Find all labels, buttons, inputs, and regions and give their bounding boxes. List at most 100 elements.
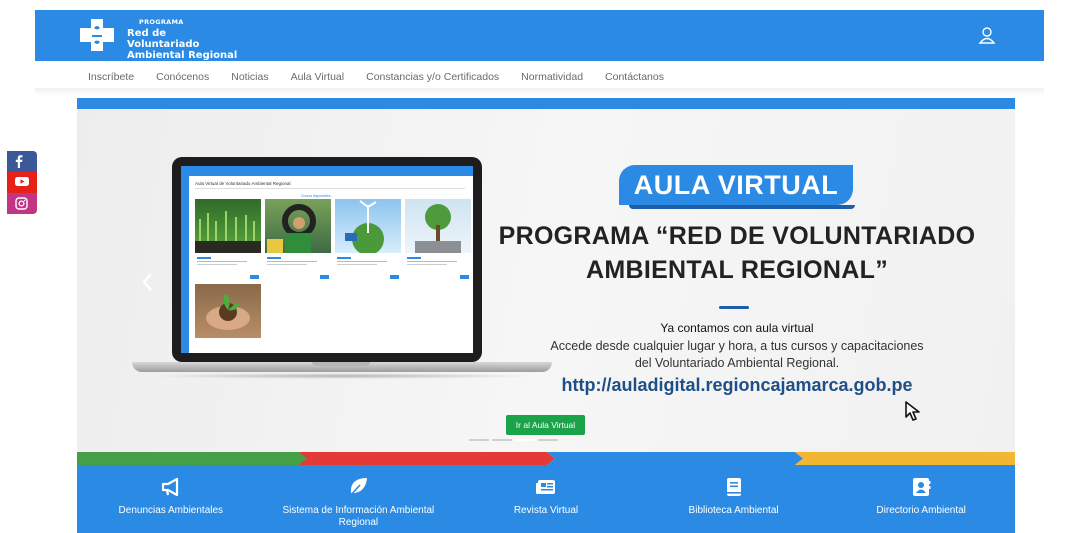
logo-title-line2: Ambiental Regional (127, 50, 238, 61)
wind-energy-image (345, 200, 384, 255)
carousel-dot-3[interactable] (515, 439, 535, 441)
course-card-1[interactable] (195, 253, 261, 281)
tile-directorio-ambiental[interactable]: Directorio Ambiental (827, 465, 1015, 533)
course-card-1-line2 (197, 264, 237, 265)
social-links (7, 151, 37, 214)
nav-item-normatividad[interactable]: Normatividad (521, 71, 583, 85)
course-card-2-btn (320, 275, 329, 279)
youtube-link[interactable] (7, 172, 37, 193)
description-line1: Accede desde cualquier lugar y hora, a t… (550, 339, 924, 353)
nav-item-conocenos[interactable]: Conócenos (156, 71, 209, 85)
course-card-1-btn (250, 275, 259, 279)
course-card-3[interactable] (335, 253, 401, 281)
course-card-2[interactable] (265, 253, 331, 281)
headline-line1: PROGRAMA “RED DE VOLUNTARIADO (498, 222, 976, 250)
course-card-4[interactable] (405, 253, 471, 281)
nav-item-noticias[interactable]: Noticias (231, 71, 268, 85)
seedlings-image (195, 211, 261, 253)
tile-label: Revista Virtual (513, 505, 579, 516)
nav-item-constancias[interactable]: Constancias y/o Certificados (366, 71, 499, 85)
course-card-1-tag (197, 257, 211, 259)
course-card-3-line1 (337, 261, 387, 262)
course-card-3-line2 (337, 264, 377, 265)
header-bar: PROGRAMA Red de Voluntariado Ambiental R… (35, 10, 1044, 61)
newspaper-icon (535, 480, 555, 494)
quick-links: Denuncias Ambientales Sistema de Informa… (77, 465, 1015, 533)
color-strip (77, 452, 1015, 465)
logo-program-label: PROGRAMA (139, 18, 184, 26)
page: PROGRAMA Red de Voluntariado Ambiental R… (0, 0, 1071, 533)
logo-emblem-icon (80, 19, 114, 51)
tile-biblioteca-ambiental[interactable]: Biblioteca Ambiental (640, 465, 828, 533)
youtube-icon (15, 177, 29, 186)
course-thumb-tire (265, 199, 331, 253)
banner-top-accent (77, 98, 1015, 109)
carousel-dot-2[interactable] (492, 439, 512, 441)
course-card-4-line1 (407, 261, 457, 262)
logo-text: PROGRAMA Red de Voluntariado Ambiental R… (127, 17, 239, 61)
megaphone-icon (161, 477, 178, 497)
tile-revista-virtual[interactable]: Revista Virtual (452, 465, 640, 533)
course-thumb-plant-hands (195, 284, 261, 338)
instagram-link[interactable] (7, 193, 37, 214)
course-thumb-tree (405, 199, 471, 253)
screen-subtitle: Cursos disponibles (301, 194, 331, 198)
site-logo[interactable]: PROGRAMA Red de Voluntariado Ambiental R… (79, 14, 239, 61)
laptop-shadow (148, 373, 538, 379)
contact-book-icon (913, 478, 931, 496)
book-icon (726, 478, 741, 496)
carousel-dot-1[interactable] (469, 439, 489, 441)
banner-headline: PROGRAMA “RED DE VOLUNTARIADO AMBIENTAL … (492, 219, 982, 287)
tile-label: Biblioteca Ambiental (688, 505, 779, 516)
pointer-cursor-icon (905, 401, 920, 421)
tile-denuncias-ambientales[interactable]: Denuncias Ambientales (77, 465, 265, 533)
tile-label: Sistema de Información Ambiental Regiona… (282, 505, 435, 528)
banner-lead: Ya contamos con aula virtual (660, 321, 814, 335)
banner-description: Accede desde cualquier lugar y hora, a t… (522, 338, 952, 372)
user-icon[interactable] (978, 26, 996, 44)
main-nav: Inscríbete Conócenos Noticias Aula Virtu… (88, 71, 664, 85)
carousel-indicators (469, 439, 558, 441)
nav-item-contactanos[interactable]: Contáctanos (605, 71, 664, 85)
course-thumb-energy (335, 199, 401, 255)
course-card-1-line1 (197, 261, 247, 262)
course-card-2-line2 (267, 264, 307, 265)
screen-title: Aula Virtual de Voluntariado Ambiental R… (195, 181, 291, 186)
instagram-icon (15, 197, 28, 210)
nav-divider (35, 88, 1044, 96)
course-card-4-line2 (407, 264, 447, 265)
hands-plant-image (206, 294, 250, 330)
course-card-4-btn (460, 275, 469, 279)
carousel-dot-4[interactable] (538, 439, 558, 441)
tile-label: Denuncias Ambientales (118, 505, 224, 516)
laptop-notch (312, 362, 370, 366)
aula-virtual-tag: AULA VIRTUAL (619, 165, 855, 209)
tile-label: Directorio Ambiental (876, 505, 966, 516)
course-card-4-tag (407, 257, 421, 259)
facebook-icon (15, 155, 23, 168)
course-thumb-seedlings (195, 199, 261, 253)
laptop-illustration: Aula Virtual de Voluntariado Ambiental R… (132, 154, 552, 410)
ir-al-aula-virtual-button[interactable]: Ir al Aula Virtual (506, 415, 585, 435)
course-card-3-tag (337, 257, 351, 259)
tile-sistema-informacion[interactable]: Sistema de Información Ambiental Regiona… (265, 465, 453, 533)
headline-underline (719, 306, 749, 309)
course-card-3-btn (390, 275, 399, 279)
screen-divider (195, 188, 465, 189)
tire-image (267, 204, 316, 253)
nav-item-aula-virtual[interactable]: Aula Virtual (291, 71, 345, 85)
screen-topbar (189, 166, 473, 176)
description-line2: del Voluntariado Ambiental Regional. (634, 356, 840, 370)
nav-item-inscribete[interactable]: Inscríbete (88, 71, 134, 85)
course-card-2-tag (267, 257, 281, 259)
tree-image (415, 204, 461, 253)
screen-content: Aula Virtual de Voluntariado Ambiental R… (181, 166, 473, 353)
headline-line2: AMBIENTAL REGIONAL” (586, 256, 888, 284)
screen-sidebar (181, 166, 189, 353)
logo-title-line1: Red de Voluntariado (127, 28, 200, 50)
laptop-screen: Aula Virtual de Voluntariado Ambiental R… (172, 157, 482, 362)
hero-carousel: Aula Virtual de Voluntariado Ambiental R… (77, 98, 1015, 452)
aula-url: http://auladigital.regioncajamarca.gob.p… (561, 375, 913, 395)
course-card-2-line1 (267, 261, 317, 262)
facebook-link[interactable] (7, 151, 37, 172)
